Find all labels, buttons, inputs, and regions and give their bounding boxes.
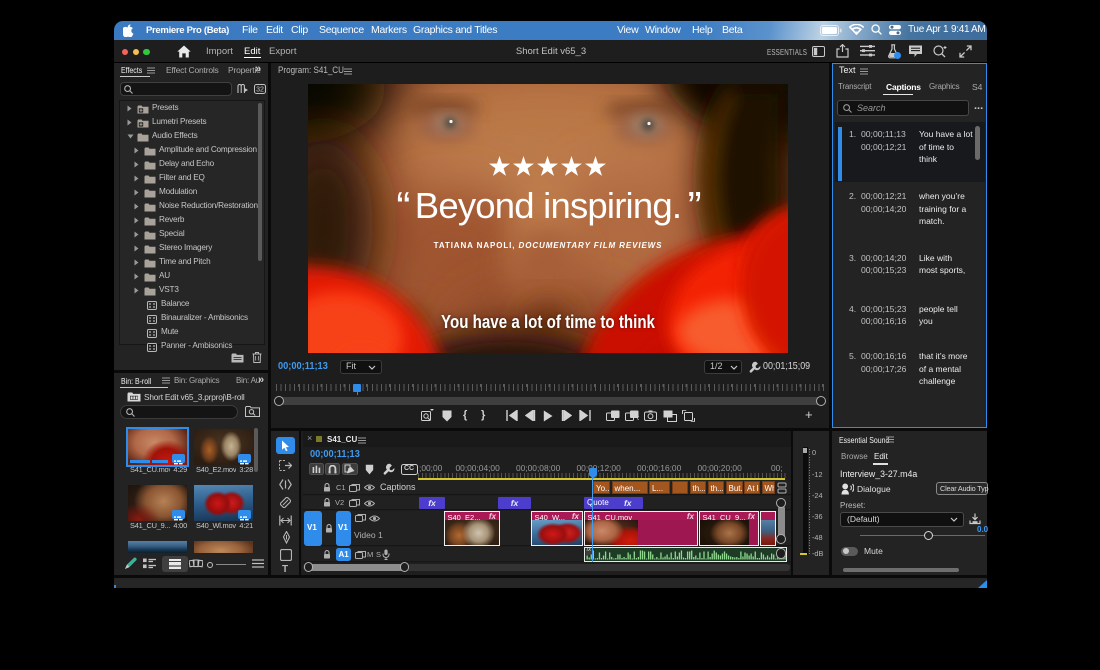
svg-text:32: 32 [256,87,264,94]
svg-text:o: o [637,415,639,421]
